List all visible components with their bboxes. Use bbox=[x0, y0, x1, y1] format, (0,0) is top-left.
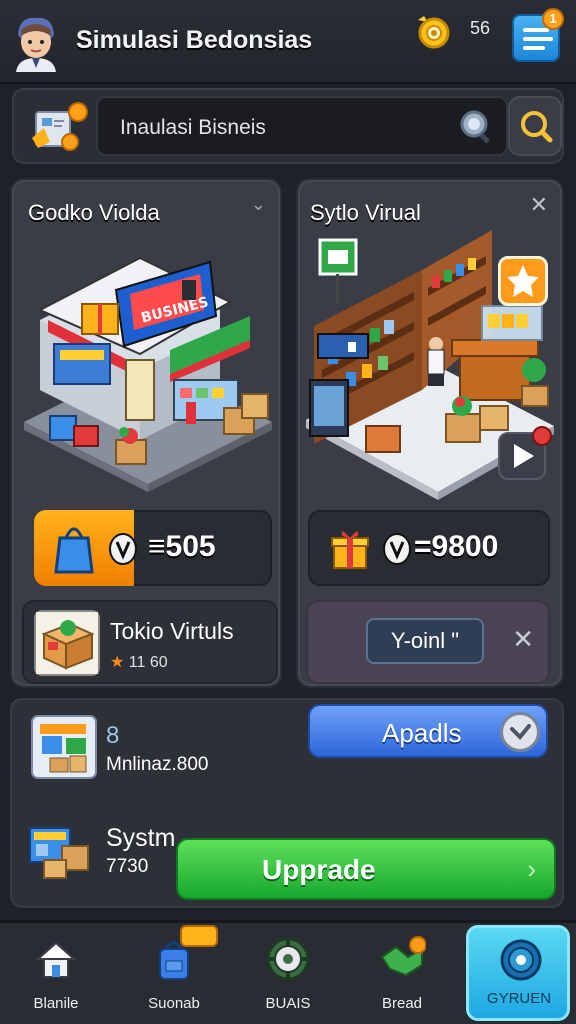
gift-box-icon bbox=[328, 526, 372, 570]
nav-item-target-active[interactable]: GYRUEN bbox=[466, 925, 570, 1021]
toggle-knob-icon bbox=[500, 712, 540, 752]
shop-card-right[interactable]: Sytlo Virual ✕ =9800 Y-oinl " ✕ bbox=[296, 178, 564, 688]
price-value: =9800 bbox=[414, 530, 499, 563]
coin-stack-icon bbox=[108, 532, 138, 566]
menu-bar-icon bbox=[523, 46, 545, 50]
shop-name: Tokio Virtuls bbox=[110, 618, 234, 644]
handshake-icon bbox=[378, 935, 427, 983]
business-panel: 8 Mnlinaz.800 Apadls Systm 7730 Upprade … bbox=[10, 698, 564, 908]
nav-label: Bread bbox=[381, 995, 423, 1012]
search-button[interactable] bbox=[508, 96, 562, 156]
app-title: Simulasi Bedonsias bbox=[76, 26, 313, 54]
home-icon bbox=[32, 935, 80, 983]
nav-item-settings[interactable]: BUAIS bbox=[238, 929, 338, 1024]
nav-label: GYRUEN bbox=[486, 990, 552, 1007]
gold-coin-icon[interactable] bbox=[414, 12, 452, 50]
target-icon bbox=[497, 936, 545, 984]
voint-row: Y-oinl " ✕ bbox=[306, 600, 550, 684]
nav-label: Suonab bbox=[148, 995, 200, 1012]
voint-button[interactable]: Y-oinl " bbox=[366, 618, 484, 664]
card-title: Sytlo Virual bbox=[310, 200, 421, 225]
price-box[interactable]: =9800 bbox=[308, 510, 550, 586]
nav-label: Blanile bbox=[33, 995, 79, 1012]
search-bar: Inaulasi Bisneis bbox=[12, 88, 564, 164]
pixel-storefront-illustration: BUSINES bbox=[20, 230, 276, 500]
nav-item-home[interactable]: Blanile bbox=[6, 929, 106, 1024]
system-cargo-icon bbox=[26, 816, 94, 882]
mini-shop-icon bbox=[30, 714, 98, 780]
gift-crate-icon bbox=[34, 610, 100, 676]
alert-badge bbox=[532, 426, 552, 446]
star-icon bbox=[507, 265, 539, 297]
search-input-text: Inaulasi Bisneis bbox=[120, 116, 266, 139]
system-label: Systm bbox=[106, 824, 176, 852]
backpack-icon bbox=[150, 935, 198, 983]
player-avatar-icon[interactable] bbox=[10, 12, 62, 72]
close-icon[interactable]: ✕ bbox=[530, 192, 548, 218]
minimum-label: Mnlinaz.800 bbox=[106, 754, 209, 775]
chevron-down-icon[interactable]: ⌄ bbox=[251, 194, 266, 215]
apadis-label: Apadls bbox=[382, 718, 462, 748]
menu-button[interactable]: 1 bbox=[512, 8, 564, 62]
play-video-button[interactable] bbox=[498, 426, 552, 480]
star-icon: ★ bbox=[110, 654, 125, 671]
shop-rating: ★ 11 60 bbox=[110, 652, 168, 672]
bonus-star-button[interactable] bbox=[498, 256, 548, 306]
apadis-toggle-button[interactable]: Apadls bbox=[308, 704, 548, 758]
bottom-navigation: Blanile Suonab BUAIS Bread GYRUEN bbox=[0, 920, 576, 1024]
coin-stack-icon bbox=[382, 532, 412, 566]
search-icon bbox=[521, 111, 553, 143]
shop-list-item[interactable]: Tokio Virtuls ★ 11 60 bbox=[22, 600, 278, 684]
nav-label: BUAIS bbox=[265, 995, 311, 1012]
business-logo-icon bbox=[28, 98, 98, 158]
card-title: Godko Violda bbox=[28, 200, 160, 225]
close-icon[interactable]: ✕ bbox=[512, 624, 534, 655]
coin-count: 56 bbox=[470, 18, 491, 38]
menu-bar-icon bbox=[523, 28, 549, 32]
upgrade-button[interactable]: Upprade › bbox=[176, 838, 556, 900]
rating-value: 11 60 bbox=[128, 654, 168, 671]
chevron-right-icon: › bbox=[527, 854, 536, 884]
nav-item-deals[interactable]: Bread bbox=[352, 929, 452, 1024]
nav-item-bag[interactable]: Suonab bbox=[124, 925, 224, 1024]
upgrade-label: Upprade bbox=[262, 854, 376, 885]
price-value: ≡505 bbox=[148, 530, 216, 563]
system-value: 7730 bbox=[106, 856, 149, 877]
mini-sub-value: 8 bbox=[106, 722, 120, 749]
magnifier-icon[interactable] bbox=[458, 108, 496, 146]
search-input[interactable]: Inaulasi Bisneis bbox=[96, 96, 508, 156]
notification-badge: 1 bbox=[542, 8, 564, 30]
shop-card-left[interactable]: Godko Violda ⌄ BUSINES ≡505 Tokio Virtul… bbox=[10, 178, 282, 688]
menu-bar-icon bbox=[523, 37, 553, 41]
price-box[interactable]: ≡505 bbox=[34, 510, 272, 586]
top-bar: Simulasi Bedonsias 56 1 bbox=[0, 0, 576, 84]
gear-wheel-icon bbox=[264, 935, 312, 983]
